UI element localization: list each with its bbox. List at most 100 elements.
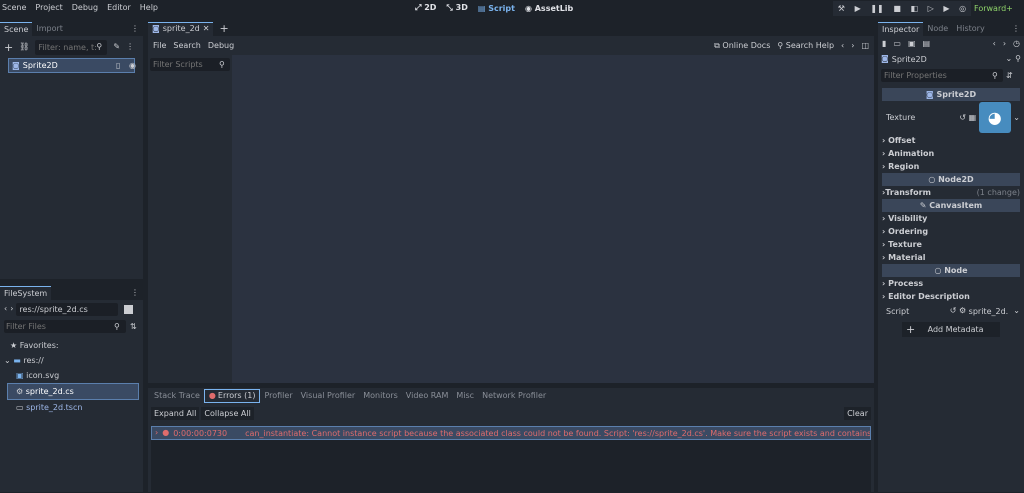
menu-project[interactable]: Project bbox=[35, 3, 62, 12]
dropdown-chevron-icon[interactable]: ⌄ bbox=[1005, 55, 1012, 63]
workspace-script-button[interactable]: ▤ Script bbox=[478, 4, 515, 13]
dock-menu-icon[interactable]: ⋮ bbox=[131, 24, 139, 33]
add-node-icon[interactable]: + bbox=[4, 42, 13, 53]
texture-options-icon[interactable]: ▦ bbox=[969, 113, 977, 122]
inspected-object-label[interactable]: Sprite2D bbox=[892, 55, 927, 64]
object-history-icon[interactable]: ◷ bbox=[1013, 39, 1020, 48]
menu-debug[interactable]: Debug bbox=[72, 3, 98, 12]
scene-filter-input[interactable]: ⚲ bbox=[35, 39, 108, 55]
script-menu-file[interactable]: File bbox=[153, 41, 166, 50]
new-resource-icon[interactable]: ▮ bbox=[882, 39, 886, 48]
play-icon[interactable]: ▶ bbox=[855, 4, 861, 13]
filter-scripts-field[interactable] bbox=[153, 60, 219, 69]
tab-sprite2d-scene[interactable]: ◙ sprite_2d ✕ bbox=[148, 21, 214, 36]
add-tab-icon[interactable]: + bbox=[219, 23, 228, 34]
chevron-down-icon[interactable]: ⌄ bbox=[1013, 113, 1020, 122]
clear-button[interactable]: Clear bbox=[844, 407, 871, 420]
file-item-sprite2d-tscn[interactable]: ▭ sprite_2d.tscn bbox=[16, 400, 143, 415]
open-folder-icon[interactable]: ▭ bbox=[893, 39, 901, 48]
play-custom-icon[interactable]: ▶ bbox=[943, 4, 949, 13]
workspace-3d-button[interactable]: ⤡ 3D bbox=[446, 3, 467, 13]
filter-properties-field[interactable] bbox=[884, 71, 992, 80]
inspector-menu-icon[interactable]: ⋮ bbox=[1012, 24, 1020, 33]
add-metadata-button[interactable]: + Add Metadata bbox=[902, 322, 1000, 337]
scene-menu-icon[interactable]: ⋮ bbox=[126, 43, 134, 51]
tab-filesystem[interactable]: FileSystem bbox=[0, 285, 52, 300]
filesystem-menu-icon[interactable]: ⋮ bbox=[131, 288, 139, 297]
group-region[interactable]: › Region bbox=[882, 160, 1020, 173]
res-root-item[interactable]: ⌄ ▬ res:// bbox=[4, 353, 143, 368]
pause-icon[interactable]: ❚❚ bbox=[870, 4, 883, 13]
tab-inspector[interactable]: Inspector bbox=[878, 21, 924, 36]
tab-misc[interactable]: Misc bbox=[452, 389, 478, 403]
group-texture[interactable]: › Texture bbox=[882, 238, 1020, 251]
tab-scene[interactable]: Scene bbox=[0, 21, 33, 36]
distraction-free-icon[interactable]: ◫ bbox=[861, 41, 869, 50]
tab-video-ram[interactable]: Video RAM bbox=[402, 389, 453, 403]
next-object-icon[interactable]: › bbox=[1003, 39, 1006, 48]
instance-scene-icon[interactable]: ⛓ bbox=[19, 43, 29, 51]
group-ordering[interactable]: › Ordering bbox=[882, 225, 1020, 238]
online-docs-button[interactable]: ⧉ Online Docs bbox=[714, 41, 770, 51]
file-filter-input[interactable]: ⚲ bbox=[4, 320, 126, 333]
filter-properties-input[interactable]: ⚲ bbox=[881, 69, 1003, 82]
script-menu-search[interactable]: Search bbox=[173, 41, 200, 50]
script-menu-debug[interactable]: Debug bbox=[208, 41, 234, 50]
scene-filter-field[interactable] bbox=[38, 42, 97, 52]
tab-network-profiler[interactable]: Network Profiler bbox=[478, 389, 550, 403]
open-docs-icon[interactable]: ⚲ bbox=[1015, 55, 1021, 63]
collapse-all-button[interactable]: Collapse All bbox=[201, 407, 254, 420]
close-tab-icon[interactable]: ✕ bbox=[203, 25, 210, 33]
movie-icon[interactable]: ◎ bbox=[959, 4, 966, 13]
play-scene-icon[interactable]: ▷ bbox=[928, 4, 934, 13]
menu-editor[interactable]: Editor bbox=[107, 3, 131, 12]
tab-import[interactable]: Import bbox=[32, 22, 67, 36]
forward-icon[interactable]: › bbox=[10, 305, 13, 313]
tab-errors[interactable]: ● Errors (1) bbox=[203, 389, 261, 403]
group-editor-description[interactable]: › Editor Description bbox=[882, 290, 1020, 303]
filter-scripts-input[interactable]: ⚲ bbox=[150, 58, 230, 71]
renderer-selector[interactable]: Forward+ bbox=[974, 4, 1013, 13]
workspace-2d-button[interactable]: ⤢ 2D bbox=[415, 3, 436, 13]
path-field[interactable]: res://sprite_2d.cs bbox=[16, 302, 119, 316]
tab-history[interactable]: History bbox=[952, 22, 988, 36]
prev-object-icon[interactable]: ‹ bbox=[993, 39, 996, 48]
save-icon[interactable]: ▣ bbox=[908, 39, 916, 48]
chevron-down-icon[interactable]: ⌄ bbox=[1013, 307, 1020, 315]
resource-menu-icon[interactable]: ▤ bbox=[923, 39, 931, 48]
tab-stack-trace[interactable]: Stack Trace bbox=[150, 389, 204, 403]
tab-profiler[interactable]: Profiler bbox=[260, 389, 296, 403]
expand-all-button[interactable]: Expand All bbox=[151, 407, 200, 420]
group-offset[interactable]: › Offset bbox=[882, 134, 1020, 147]
file-item-icon-svg[interactable]: ▣ icon.svg bbox=[16, 368, 143, 383]
menu-scene[interactable]: Scene bbox=[2, 3, 26, 12]
file-item-sprite2d-cs[interactable]: ⚙ sprite_2d.cs bbox=[7, 383, 139, 400]
visibility-eye-icon[interactable]: ◉ bbox=[129, 62, 136, 70]
group-animation[interactable]: › Animation bbox=[882, 147, 1020, 160]
build-hammer-icon[interactable]: ⚒ bbox=[838, 4, 845, 13]
revert-icon[interactable]: ↺ bbox=[959, 113, 966, 122]
property-options-icon[interactable]: ⇵ bbox=[1006, 71, 1013, 80]
history-back-icon[interactable]: ‹ bbox=[841, 41, 844, 50]
split-mode-icon[interactable] bbox=[124, 304, 134, 314]
favorites-item[interactable]: ★ Favorites: bbox=[10, 338, 143, 353]
back-icon[interactable]: ‹ bbox=[4, 305, 7, 313]
group-transform[interactable]: › Transform (1 change) bbox=[882, 186, 1020, 199]
group-material[interactable]: › Material bbox=[882, 251, 1020, 264]
tab-node[interactable]: Node bbox=[923, 22, 952, 36]
history-forward-icon[interactable]: › bbox=[851, 41, 854, 50]
tab-visual-profiler[interactable]: Visual Profiler bbox=[297, 389, 360, 403]
script-resource-value[interactable]: sprite_2d. bbox=[969, 305, 1009, 318]
stop-icon[interactable]: ■ bbox=[893, 4, 901, 13]
script-attached-icon[interactable]: ▯ bbox=[116, 62, 120, 70]
remote-debug-icon[interactable]: ◧ bbox=[910, 4, 918, 13]
attach-script-icon[interactable]: ✎ bbox=[113, 43, 120, 51]
search-help-button[interactable]: ⚲ Search Help bbox=[777, 41, 834, 50]
sort-icon[interactable]: ⇅ bbox=[130, 322, 137, 331]
group-process[interactable]: › Process bbox=[882, 277, 1020, 290]
godot-logo-icon[interactable]: ◕ bbox=[978, 102, 1011, 133]
menu-help[interactable]: Help bbox=[140, 3, 158, 12]
group-visibility[interactable]: › Visibility bbox=[882, 212, 1020, 225]
tab-monitors[interactable]: Monitors bbox=[359, 389, 402, 403]
file-filter-field[interactable] bbox=[6, 322, 114, 331]
